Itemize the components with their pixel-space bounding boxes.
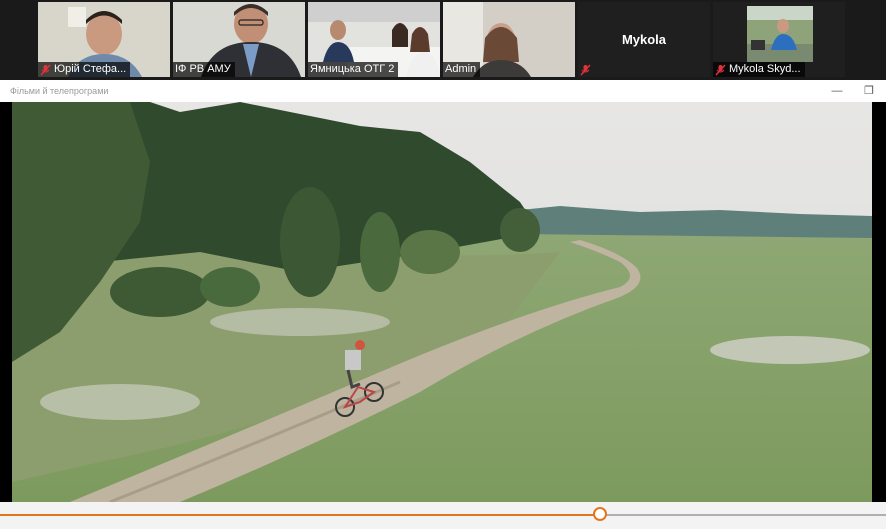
- participant-tile[interactable]: Mykola Skyd...: [713, 2, 845, 77]
- participant-name-bar: Mykola Skyd...: [713, 62, 805, 77]
- participant-name: Admin: [445, 63, 477, 75]
- participant-name-bar: Admin: [443, 62, 481, 77]
- participant-name: Ямницька ОТГ 2: [310, 63, 395, 75]
- shared-window-titlebar: Фільми й телепрограми — ❐: [0, 80, 886, 102]
- mic-muted-icon: [580, 64, 591, 75]
- participant-tile[interactable]: Ямницька ОТГ 2: [308, 2, 440, 77]
- participant-strip: Юрій Стефа... ІФ РВ АМУ Ямницька ОТГ 2 A…: [0, 0, 886, 80]
- restore-icon[interactable]: ❐: [858, 80, 880, 102]
- participant-name: Юрій Стефа...: [54, 63, 127, 75]
- mic-muted-icon: [715, 64, 726, 75]
- window-title: Фільми й телепрограми: [10, 86, 109, 96]
- player-controls: [0, 502, 886, 529]
- progress-thumb[interactable]: [593, 507, 607, 521]
- video-scene: [12, 102, 872, 502]
- participant-tile-no-video[interactable]: Mykola: [578, 2, 710, 77]
- participant-name: Mykola Skyd...: [729, 63, 801, 75]
- mic-muted-icon: [40, 64, 51, 75]
- participant-tile[interactable]: ІФ РВ АМУ: [173, 2, 305, 77]
- participant-name-bar: Ямницька ОТГ 2: [308, 62, 399, 77]
- participant-tile[interactable]: Юрій Стефа...: [38, 2, 170, 77]
- participant-name-bar: Юрій Стефа...: [38, 62, 131, 77]
- participant-name-bar: [578, 62, 595, 77]
- participant-video: [747, 6, 813, 62]
- progress-fill: [0, 514, 600, 516]
- participant-name: ІФ РВ АМУ: [175, 63, 231, 75]
- minimize-icon[interactable]: —: [826, 80, 848, 102]
- participant-name-bar: ІФ РВ АМУ: [173, 62, 235, 77]
- participant-tile-active[interactable]: Admin: [443, 2, 575, 77]
- participant-name-large: Mykola: [621, 32, 667, 47]
- video-frame: [0, 102, 886, 502]
